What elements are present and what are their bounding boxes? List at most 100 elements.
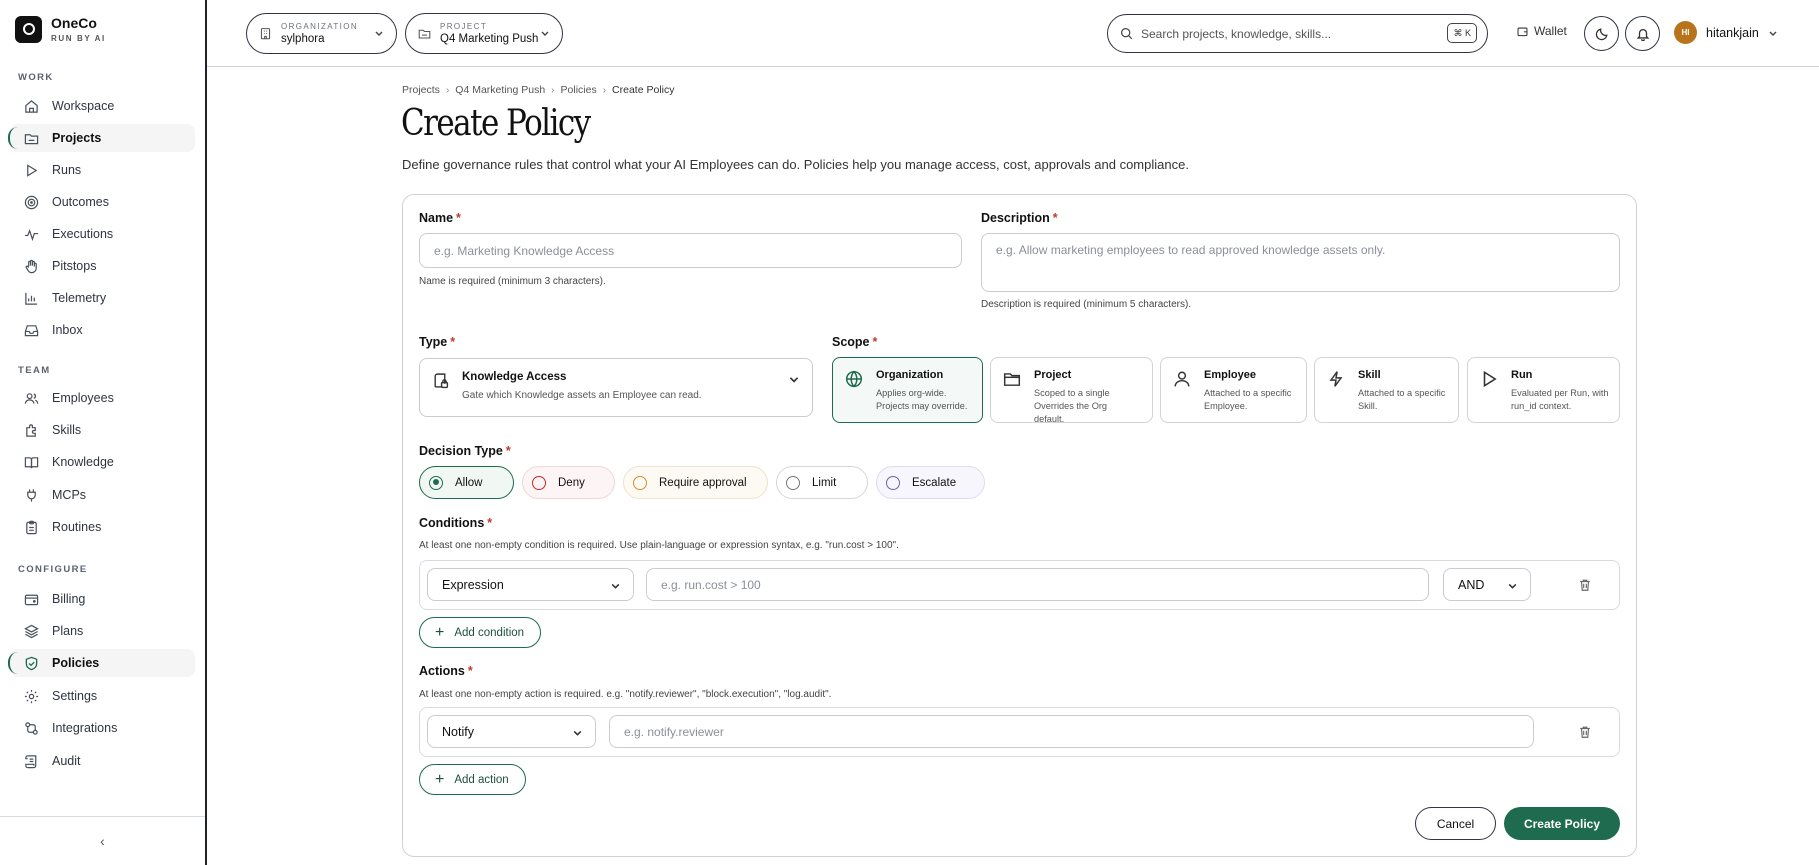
- scope-title: Employee: [1204, 369, 1256, 381]
- sidebar-item-routines[interactable]: Routines: [10, 513, 195, 541]
- wallet-link[interactable]: Wallet: [1517, 24, 1567, 38]
- sidebar-item-inbox[interactable]: Inbox: [10, 316, 195, 344]
- oneco-logo-icon: [15, 15, 42, 43]
- sidebar-item-integrations[interactable]: Integrations: [10, 714, 195, 742]
- layers-icon: [24, 624, 39, 638]
- plug-icon: [27, 488, 36, 502]
- sidebar-item-projects[interactable]: Projects: [8, 124, 195, 152]
- sidebar-item-executions[interactable]: Executions: [10, 220, 195, 248]
- decision-type-label: Decision Type *: [419, 444, 511, 458]
- breadcrumb-project[interactable]: Q4 Marketing Push: [455, 84, 545, 96]
- decision-option-limit[interactable]: Limit: [776, 466, 868, 499]
- sidebar: OneCo RUN BY AI WORK Workspace Projects …: [0, 0, 207, 865]
- create-policy-button[interactable]: Create Policy: [1504, 807, 1620, 840]
- bolt-icon: [1329, 371, 1343, 387]
- bell-icon: [1636, 28, 1649, 41]
- theme-toggle-button[interactable]: [1584, 16, 1619, 51]
- search-input[interactable]: [1141, 26, 1431, 41]
- notifications-button[interactable]: [1625, 16, 1660, 51]
- action-type-select[interactable]: Notify: [427, 715, 596, 748]
- delete-condition-trash-icon[interactable]: [1578, 578, 1592, 592]
- chart-icon: [25, 292, 38, 305]
- type-select[interactable]: Knowledge Access Gate which Knowledge as…: [419, 358, 813, 417]
- sidebar-item-runs[interactable]: Runs: [10, 156, 195, 184]
- global-search[interactable]: ⌘ K: [1107, 14, 1488, 53]
- sidebar-item-plans[interactable]: Plans: [10, 617, 195, 645]
- radio-icon: [886, 475, 900, 490]
- folder-icon: [1003, 373, 1021, 386]
- sidebar-item-label: Outcomes: [52, 195, 109, 209]
- sidebar-item-employees[interactable]: Employees: [10, 384, 195, 412]
- gear-icon: [24, 689, 39, 703]
- scope-label-text: Scope: [832, 335, 870, 349]
- decision-option-escalate[interactable]: Escalate: [876, 466, 985, 499]
- scope-description: Attached to a specific Employee.: [1204, 388, 1292, 411]
- action-target-input[interactable]: [610, 716, 1533, 747]
- brand[interactable]: OneCo RUN BY AI: [15, 15, 106, 43]
- scope-option-organization[interactable]: Organization Applies org-wide. Projects …: [832, 357, 983, 423]
- sidebar-collapse-button[interactable]: ‹: [0, 816, 205, 865]
- decision-option-require-approval[interactable]: Require approval: [623, 466, 768, 499]
- action-target-field[interactable]: [609, 715, 1534, 748]
- decision-label: Limit: [812, 476, 837, 489]
- chevron-down-icon: [1508, 583, 1517, 589]
- sidebar-item-policies[interactable]: Policies: [8, 649, 195, 677]
- sidebar-item-billing[interactable]: Billing: [10, 585, 195, 613]
- organization-selector[interactable]: ORGANIZATION sylphora: [246, 13, 397, 54]
- sidebar-item-audit[interactable]: Audit: [10, 747, 195, 775]
- scope-description: Evaluated per Run, with run_id context.: [1511, 388, 1609, 411]
- scope-option-employee[interactable]: Employee Attached to a specific Employee…: [1160, 357, 1307, 423]
- plus-icon: +: [435, 623, 445, 641]
- name-field[interactable]: [419, 233, 962, 268]
- sidebar-item-mcps[interactable]: MCPs: [10, 481, 195, 509]
- add-condition-button[interactable]: + Add condition: [419, 617, 542, 648]
- name-input[interactable]: [420, 234, 961, 267]
- condition-mode-select[interactable]: Expression: [427, 568, 634, 601]
- sidebar-item-telemetry[interactable]: Telemetry: [10, 284, 195, 312]
- breadcrumb-projects[interactable]: Projects: [402, 84, 440, 96]
- search-shortcut: ⌘ K: [1447, 23, 1477, 43]
- scope-option-project[interactable]: Project Scoped to a single Overrides the…: [990, 357, 1153, 424]
- sidebar-item-label: Routines: [52, 520, 102, 534]
- globe-icon: [845, 370, 863, 388]
- sidebar-item-skills[interactable]: Skills: [10, 416, 195, 444]
- sidebar-item-label: Integrations: [52, 721, 118, 735]
- add-action-button[interactable]: + Add action: [419, 764, 526, 795]
- play-icon: [27, 163, 38, 177]
- condition-expression-input[interactable]: [647, 569, 1428, 600]
- moon-icon: [1595, 27, 1608, 40]
- chevron-down-icon: [573, 730, 582, 736]
- scope-option-skill[interactable]: Skill Attached to a specific Skill.: [1314, 357, 1459, 423]
- cancel-button[interactable]: Cancel: [1415, 807, 1496, 840]
- description-input[interactable]: [982, 234, 1619, 291]
- condition-mode-value: Expression: [442, 577, 504, 592]
- user-menu[interactable]: HI hitankjain: [1674, 21, 1778, 44]
- chevron-right-icon: ›: [602, 84, 607, 96]
- sidebar-item-settings[interactable]: Settings: [10, 682, 195, 710]
- nav-section-team: TEAM: [18, 365, 51, 376]
- sidebar-item-pitstops[interactable]: Pitstops: [10, 252, 195, 280]
- activity-icon: [24, 228, 39, 241]
- description-field[interactable]: [981, 233, 1620, 292]
- name-label-text: Name: [419, 211, 454, 225]
- breadcrumb-policies[interactable]: Policies: [561, 84, 597, 96]
- sidebar-item-outcomes[interactable]: Outcomes: [10, 188, 195, 216]
- project-selector[interactable]: PROJECT Q4 Marketing Push: [405, 13, 563, 54]
- sidebar-item-workspace[interactable]: Workspace: [10, 92, 195, 120]
- scope-option-run[interactable]: Run Evaluated per Run, with run_id conte…: [1467, 357, 1620, 423]
- sidebar-item-knowledge[interactable]: Knowledge: [10, 448, 195, 476]
- condition-expression-field[interactable]: [646, 568, 1429, 601]
- conditions-label-text: Conditions: [419, 516, 485, 530]
- delete-action-trash-icon[interactable]: [1578, 725, 1592, 739]
- users-icon: [24, 392, 39, 404]
- decision-option-deny[interactable]: Deny: [522, 466, 615, 499]
- plus-icon: +: [435, 770, 445, 788]
- condition-joiner-select[interactable]: AND: [1443, 568, 1531, 601]
- clipboard-icon: [26, 520, 37, 534]
- sidebar-item-label: Telemetry: [52, 291, 107, 305]
- decision-label: Deny: [558, 476, 585, 489]
- nav-section-work: WORK: [18, 72, 54, 83]
- decision-option-allow[interactable]: Allow: [419, 466, 514, 499]
- scope-description: Applies org-wide. Projects may override.: [876, 388, 968, 411]
- search-icon: [1121, 28, 1133, 40]
